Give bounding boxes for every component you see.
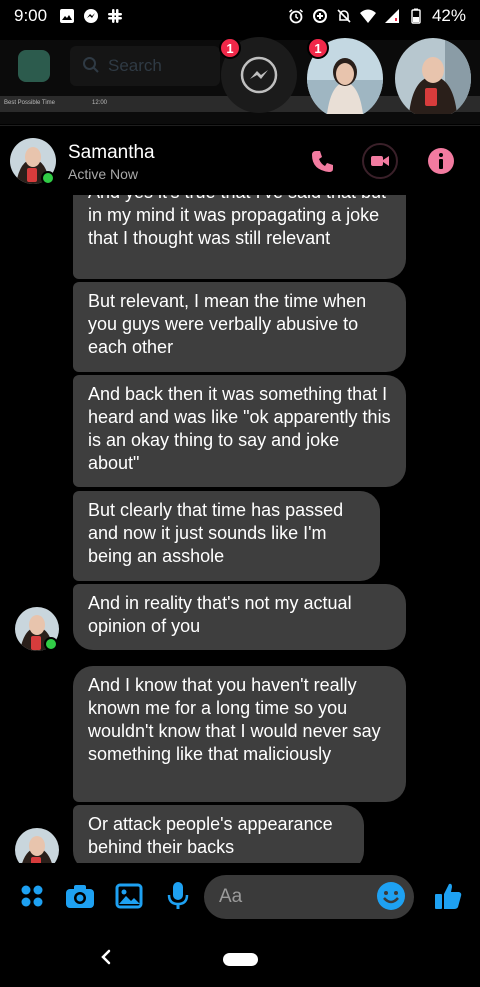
message-bubble[interactable]: And yes it's true that I've said that bu… (73, 195, 406, 279)
ticker-mid-text: 12:00 (92, 100, 108, 106)
message-bubble[interactable]: And I know that you haven't really known… (73, 666, 406, 802)
emoji-button[interactable] (376, 881, 406, 911)
sender-avatar-photo (15, 828, 59, 863)
message-bubble[interactable]: Or attack people's appearance behind the… (73, 805, 364, 863)
battery-percent: 42% (431, 6, 466, 25)
message-bubble[interactable]: But relevant, I mean the time when you g… (73, 282, 406, 372)
message-text: And in reality that's not my actual opin… (88, 593, 352, 636)
smiley-icon (377, 882, 405, 910)
image-icon (115, 883, 143, 909)
back-icon[interactable] (98, 947, 114, 967)
app-logo (18, 50, 50, 82)
message-bubble[interactable]: And in reality that's not my actual opin… (73, 584, 406, 650)
message-composer: Aa (0, 865, 480, 927)
camera-icon (66, 885, 94, 908)
wifi-icon (359, 9, 376, 23)
phone-icon (312, 151, 333, 172)
gallery-notification-icon (60, 9, 75, 23)
message-text: And yes it's true that I've said that bu… (88, 195, 386, 248)
voice-call-button[interactable] (306, 144, 340, 178)
signal-icon (384, 9, 399, 23)
info-icon (428, 148, 454, 174)
message-bubble[interactable]: But clearly that time has passed and now… (73, 491, 380, 581)
message-text: Or attack people's appearance behind the… (88, 814, 333, 857)
status-bar: 9:00 42% (0, 0, 480, 32)
alarm-icon (288, 9, 303, 24)
sender-avatar[interactable] (15, 828, 59, 863)
camera-button[interactable] (63, 879, 97, 913)
messenger-icon (240, 56, 278, 94)
message-text: And back then it was something that I he… (88, 384, 391, 473)
online-indicator (44, 637, 58, 651)
status-time: 9:00 (14, 6, 48, 25)
gallery-button[interactable] (112, 879, 146, 913)
home-button[interactable] (223, 953, 258, 966)
chat-head-badge: 1 (307, 37, 329, 59)
video-camera-icon (371, 156, 389, 166)
conversation-info-button[interactable] (424, 144, 458, 178)
video-call-button[interactable] (362, 143, 398, 179)
thumbs-up-icon (435, 883, 462, 909)
background-search-field: Search (70, 46, 220, 86)
message-text: But clearly that time has passed and now… (88, 500, 344, 566)
system-icons: 42% (288, 6, 466, 26)
four-dots-icon (21, 885, 43, 907)
contact-name: Samantha (68, 142, 155, 163)
slack-notification-icon (108, 9, 123, 23)
online-indicator (41, 171, 55, 185)
conversation-header: Samantha Active Now (0, 125, 480, 195)
samantha-chat-head-secondary[interactable] (395, 38, 471, 119)
chat-head-badge: 1 (219, 37, 241, 59)
voice-message-button[interactable] (161, 879, 195, 913)
system-navigation-bar (0, 929, 480, 987)
microphone-icon (167, 882, 189, 909)
search-icon (83, 57, 99, 73)
samantha-photo-secondary (395, 38, 471, 114)
message-text: But relevant, I mean the time when you g… (88, 291, 367, 357)
battery-icon (411, 8, 421, 24)
messenger-notification-icon (84, 9, 99, 23)
data-saver-icon (312, 9, 327, 23)
active-status: Active Now (68, 166, 139, 182)
message-bubble[interactable]: And back then it was something that I he… (73, 375, 406, 487)
do-not-disturb-off-icon (337, 9, 351, 23)
message-list[interactable]: And yes it's true that I've said that bu… (0, 195, 480, 863)
background-search-placeholder: Search (108, 56, 162, 75)
notification-icons (59, 8, 123, 24)
message-text: And I know that you haven't really known… (88, 675, 381, 764)
more-actions-button[interactable] (15, 879, 49, 913)
ticker-left-text: Best Possible Time (4, 100, 56, 106)
like-button[interactable] (431, 879, 465, 913)
message-input-placeholder: Aa (219, 886, 243, 907)
